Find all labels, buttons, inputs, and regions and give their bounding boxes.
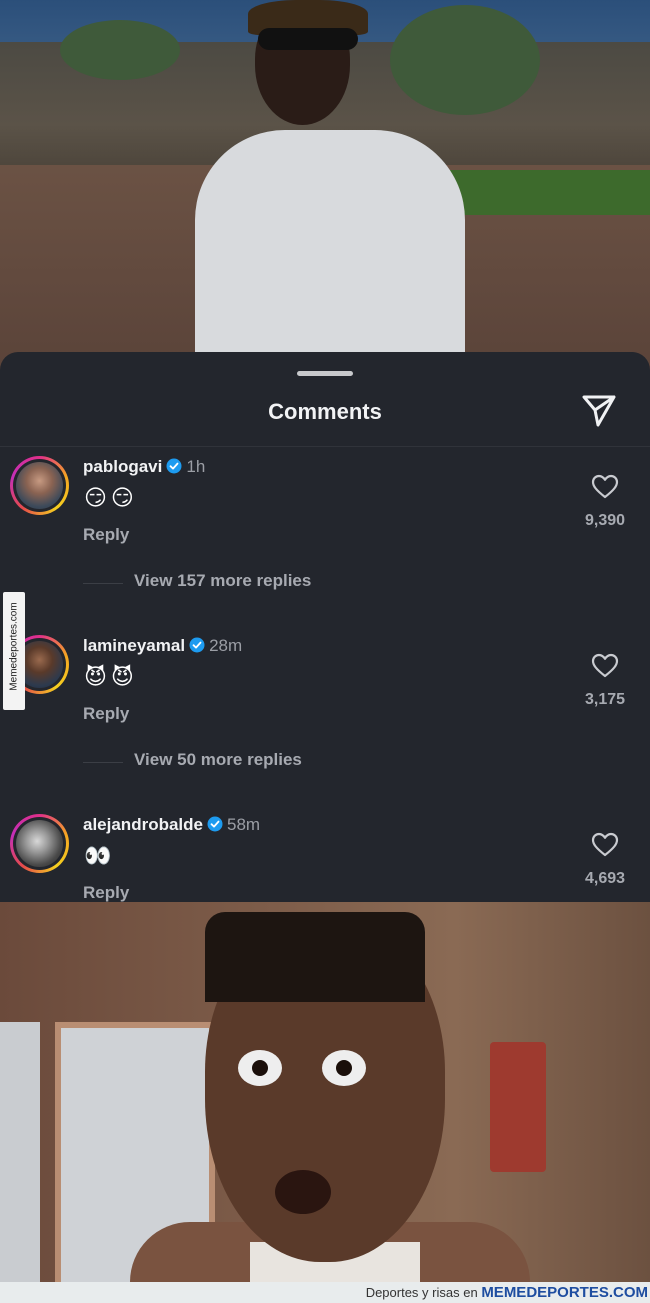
verified-badge-icon	[189, 637, 205, 653]
comment-username[interactable]: pablogavi 1h	[83, 457, 205, 477]
reply-button[interactable]: Reply	[83, 704, 129, 724]
open-mouth	[275, 1170, 331, 1214]
sheet-title: Comments	[268, 399, 382, 424]
heart-outline-icon[interactable]	[591, 653, 619, 679]
eye	[238, 1050, 282, 1086]
like-count: 4,693	[584, 870, 626, 887]
username-text[interactable]: lamineyamal	[83, 636, 185, 655]
flat-top-hair	[205, 912, 425, 1002]
drag-handle[interactable]	[297, 371, 353, 376]
replies-line	[83, 762, 123, 763]
username-text[interactable]: alejandrobalde	[83, 815, 203, 834]
view-more-replies[interactable]: View 50 more replies	[0, 750, 650, 780]
comment-time: 28m	[209, 636, 243, 655]
heart-outline-icon[interactable]	[591, 474, 619, 500]
comment-username[interactable]: alejandrobalde 58m	[83, 815, 260, 835]
reply-button[interactable]: Reply	[83, 525, 129, 545]
username-text[interactable]: pablogavi	[83, 457, 162, 476]
top-photo	[0, 0, 650, 372]
person-shirt	[195, 130, 465, 372]
like-count: 3,175	[584, 691, 626, 708]
sunglasses	[258, 28, 358, 50]
paper-plane-icon[interactable]	[578, 391, 620, 431]
comment-text: 😏😏	[84, 485, 138, 510]
heart-outline-icon[interactable]	[591, 832, 619, 858]
header-divider	[0, 446, 650, 447]
footer-prefix: Deportes y risas en	[365, 1285, 478, 1300]
replies-line	[83, 583, 123, 584]
comment-item: pablogavi 1h 😏😏 Reply 9,390	[0, 456, 650, 576]
tree	[390, 5, 540, 115]
eye	[322, 1050, 366, 1086]
footer-watermark: Deportes y risas en MEMEDEPORTES.COM	[0, 1282, 650, 1303]
view-more-label[interactable]: View 157 more replies	[134, 571, 311, 591]
verified-badge-icon	[166, 458, 182, 474]
view-more-replies[interactable]: View 157 more replies	[0, 571, 650, 601]
comment-time: 1h	[186, 457, 206, 476]
avatar[interactable]	[10, 814, 69, 873]
comment-text: 😈😈	[84, 664, 138, 689]
comments-sheet: Comments pablogavi 1h 😏😏 Reply 9,390 View…	[0, 352, 650, 902]
view-more-label[interactable]: View 50 more replies	[134, 750, 302, 770]
verified-badge-icon	[207, 816, 223, 832]
footer-brand[interactable]: MEMEDEPORTES.COM	[481, 1284, 648, 1301]
comment-time: 58m	[226, 815, 261, 834]
side-watermark: Memedeportes.com	[3, 592, 25, 710]
background-window	[0, 1022, 40, 1282]
wall-picture	[490, 1042, 546, 1172]
comment-item: alejandrobalde 58m 👀 Reply 4,693	[0, 814, 650, 902]
reply-button[interactable]: Reply	[83, 883, 129, 902]
like-count: 9,390	[584, 512, 626, 529]
comment-item: lamineyamal 28m 😈😈 Reply 3,175	[0, 635, 650, 755]
comment-username[interactable]: lamineyamal 28m	[83, 636, 242, 656]
comment-text: 👀	[84, 843, 116, 868]
avatar[interactable]	[10, 456, 69, 515]
footer-text: Deportes y risas en MEMEDEPORTES.COM	[366, 1284, 648, 1301]
reaction-photo	[0, 902, 650, 1282]
tree	[60, 20, 180, 80]
side-watermark-text: Memedeportes.com	[8, 602, 20, 691]
